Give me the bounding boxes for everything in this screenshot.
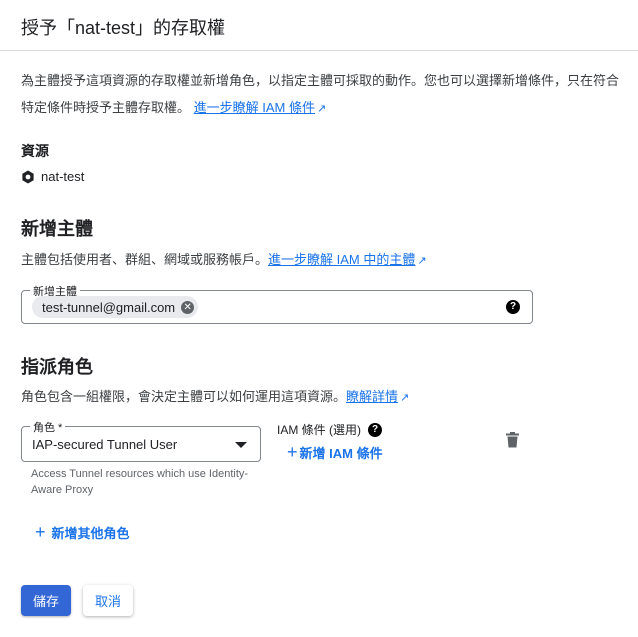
learn-more-link[interactable]: 瞭解詳情 (346, 389, 398, 404)
add-iam-condition-label: 新增 IAM 條件 (299, 446, 383, 461)
plus-icon: + (287, 442, 298, 462)
dialog-title: 授予「nat-test」的存取權 (21, 18, 226, 38)
role-value: IAP-secured Tunnel User (32, 437, 178, 452)
external-link-icon: ↗ (417, 255, 427, 267)
add-another-role-button[interactable]: + 新增其他角色 (35, 522, 130, 543)
roles-heading: 指派角色 (21, 357, 93, 377)
role-field-label: 角色 * (30, 419, 66, 435)
add-iam-condition-button[interactable]: + 新增 IAM 條件 (287, 442, 383, 463)
learn-principals-link[interactable]: 進一步瞭解 IAM 中的主體 (268, 252, 415, 267)
add-another-role-label: 新增其他角色 (51, 526, 130, 541)
principals-heading: 新增主體 (21, 219, 93, 239)
dropdown-arrow-icon (235, 442, 247, 448)
plus-icon: + (35, 522, 46, 542)
help-icon[interactable]: ? (506, 300, 520, 314)
resource-heading: 資源 (21, 143, 49, 159)
role-select[interactable]: 角色 * IAP-secured Tunnel User (21, 419, 261, 462)
help-icon[interactable]: ? (368, 422, 382, 437)
roles-description: 角色包含一組權限，會決定主體可以如何運用這項資源。瞭解詳情 ↗ (21, 386, 409, 405)
learn-iam-conditions-link[interactable]: 進一步瞭解 IAM 條件 (194, 100, 315, 115)
project-hexagon-icon (22, 170, 34, 183)
external-link-icon: ↗ (316, 103, 327, 115)
principals-input[interactable]: 新增主體 test-tunnel@gmail.com ✕ ? (21, 283, 533, 324)
roles-description-text: 角色包含一組權限，會決定主體可以如何運用這項資源。 (21, 389, 347, 404)
iam-condition-label: IAM 條件 (選用) (277, 423, 361, 437)
principals-description-text: 主體包括使用者、群組、網域或服務帳戶。 (21, 252, 269, 267)
principals-description: 主體包括使用者、群組、網域或服務帳戶。進一步瞭解 IAM 中的主體 ↗ (21, 249, 427, 268)
intro-text: 為主體授予這項資源的存取權並新增角色，以指定主體可採取的動作。您也可以選擇新增條… (21, 67, 621, 123)
external-link-icon: ↗ (400, 392, 410, 404)
principal-chip-label: test-tunnel@gmail.com (42, 299, 176, 315)
cancel-button[interactable]: 取消 (83, 585, 133, 616)
dialog-header: 授予「nat-test」的存取權 (0, 0, 638, 51)
remove-chip-icon[interactable]: ✕ (181, 300, 195, 314)
role-help-text: Access Tunnel resources which use Identi… (31, 468, 249, 496)
principal-chip: test-tunnel@gmail.com ✕ (32, 296, 199, 318)
save-button[interactable]: 儲存 (21, 585, 71, 616)
resource-name: nat-test (41, 169, 85, 184)
delete-trash-icon[interactable] (506, 432, 519, 448)
